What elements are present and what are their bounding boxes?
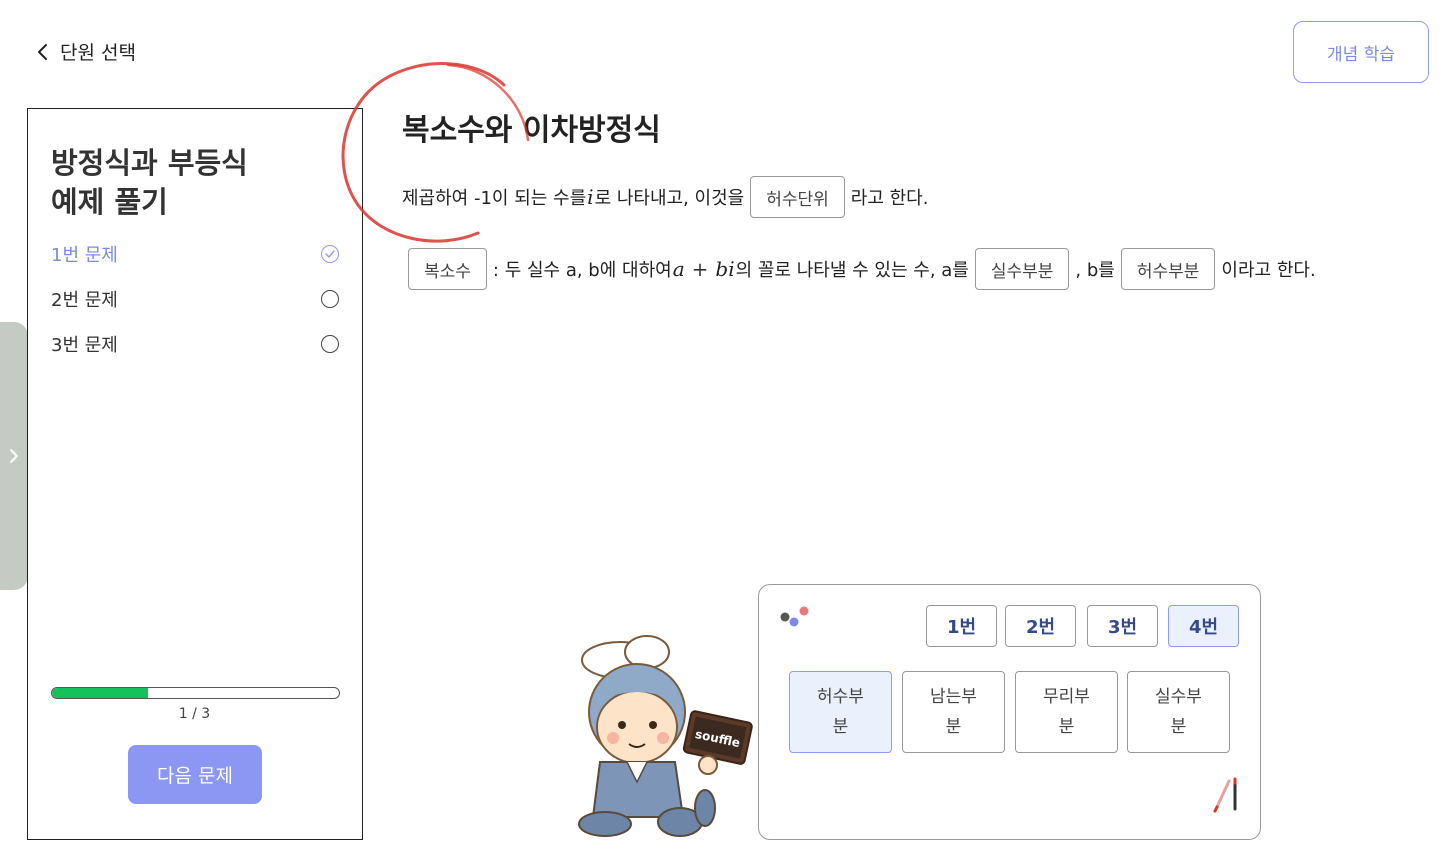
question-label: 1번 문제 (51, 244, 118, 266)
sentence-text: 라고 한다. (850, 188, 929, 209)
concept-study-button[interactable]: 개념 학습 (1293, 21, 1429, 83)
answer-blank-complex-number[interactable]: 복소수 (408, 248, 487, 290)
sentence-text: 이라고 한다. (1221, 260, 1316, 281)
answer-choice-panel: 1번 2번 3번 4번 허수부분 남는부분 무리부분 실수부분 (758, 584, 1261, 840)
back-to-unit-select[interactable]: 단원 선택 (36, 38, 136, 65)
definition-line-complex-number: 복소수 : 두 실수 a, b에 대하여 a + bi 의 꼴로 나타낼 수 있… (408, 248, 1316, 290)
back-label: 단원 선택 (60, 42, 136, 64)
panel-title: 방정식과 부등식 예제 풀기 (51, 144, 248, 222)
page-title: 복소수와 이차방정식 (402, 113, 661, 148)
pen-icon[interactable] (1207, 777, 1243, 817)
math-i: i (587, 185, 594, 209)
question-item-2[interactable]: 2번 문제 (51, 276, 339, 321)
side-drawer-toggle[interactable] (0, 322, 28, 590)
choice-irrational-part[interactable]: 무리부분 (1015, 671, 1118, 753)
next-question-button[interactable]: 다음 문제 (128, 745, 262, 804)
sentence-text: 로 나타내고, 이것을 (594, 188, 745, 209)
choice-imaginary-part[interactable]: 허수부분 (789, 671, 892, 753)
dots-icon (780, 606, 809, 627)
panel-title-line2: 예제 풀기 (51, 185, 168, 219)
incomplete-circle-icon (321, 334, 339, 353)
question-panel: 방정식과 부등식 예제 풀기 1번 문제 2번 문제 3번 문제 1 / 3 다… (27, 108, 363, 840)
mascot-illustration: souffle (578, 635, 753, 837)
incomplete-circle-icon (321, 289, 339, 308)
sentence-text: : 두 실수 a, b에 대하여 (492, 260, 672, 281)
answer-blank-imaginary-part[interactable]: 허수부분 (1120, 248, 1216, 290)
math-plus: + (691, 257, 709, 281)
progress-bar (51, 687, 340, 699)
chevron-left-icon (38, 43, 47, 60)
math-a: a (672, 257, 685, 281)
answer-blank-real-part[interactable]: 실수부분 (974, 248, 1070, 290)
definition-line-imaginary-unit: 제곱하여 -1이 되는 수를 i 로 나타내고, 이것을 허수단위 라고 한다. (402, 176, 928, 218)
number-tab-3[interactable]: 3번 (1087, 605, 1158, 647)
choice-remaining-part[interactable]: 남는부분 (902, 671, 1005, 753)
progress-text: 1 / 3 (178, 706, 211, 722)
sentence-text: 제곱하여 -1이 되는 수를 (402, 188, 587, 209)
sentence-text: , b를 (1075, 260, 1115, 281)
check-icon (321, 244, 339, 263)
question-list: 1번 문제 2번 문제 3번 문제 (51, 231, 339, 366)
choice-real-part[interactable]: 실수부분 (1127, 671, 1230, 753)
question-label: 3번 문제 (51, 334, 118, 356)
number-tab-2[interactable]: 2번 (1005, 605, 1076, 647)
panel-title-line1: 방정식과 부등식 (51, 146, 248, 180)
math-bi: bi (715, 257, 735, 281)
answer-blank-imaginary-unit[interactable]: 허수단위 (750, 176, 845, 218)
number-tab-4[interactable]: 4번 (1168, 605, 1239, 647)
question-item-1[interactable]: 1번 문제 (51, 231, 339, 276)
question-label: 2번 문제 (51, 289, 118, 311)
number-tab-1[interactable]: 1번 (926, 605, 997, 647)
chevron-right-icon (10, 449, 18, 463)
progress-fill (52, 688, 148, 698)
sentence-text: 의 꼴로 나타낼 수 있는 수, a를 (735, 260, 969, 281)
question-item-3[interactable]: 3번 문제 (51, 321, 339, 366)
